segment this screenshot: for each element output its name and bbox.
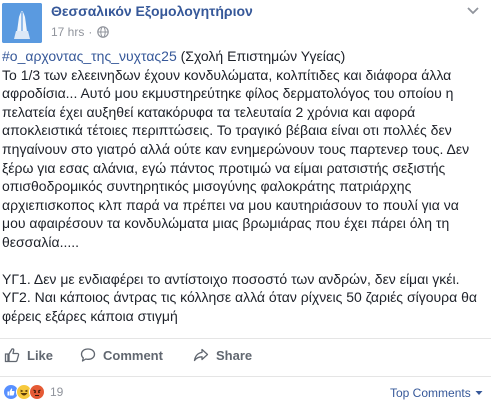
divider	[0, 376, 491, 377]
like-label: Like	[27, 347, 54, 363]
comment-sort-dropdown[interactable]: Top Comments	[390, 386, 483, 400]
comment-label: Comment	[103, 347, 163, 363]
praying-hands-icon	[2, 3, 42, 43]
divider	[0, 338, 491, 339]
comment-button[interactable]: Comment	[80, 347, 163, 363]
reactions-summary[interactable]: 19	[3, 384, 63, 400]
page-avatar[interactable]	[2, 3, 42, 43]
post-ps1: ΥΓ1. Δεν με ενδιαφέρει το αντίστοιχο ποσ…	[2, 270, 460, 287]
post-body: #ο_αρχοντας_της_νυχτας25 (Σχολή Επιστημώ…	[2, 47, 486, 325]
thumbs-up-icon	[4, 348, 20, 363]
share-label: Share	[216, 347, 253, 363]
page-name-link[interactable]: Θεσσαλικόν Εξομολογητήριον	[51, 3, 253, 19]
reaction-count: 19	[50, 385, 64, 399]
angry-icon	[29, 384, 45, 400]
post-header: Θεσσαλικόν Εξομολογητήριον 17 hrs ·	[0, 0, 491, 46]
facebook-post: Θεσσαλικόν Εξομολογητήριον 17 hrs · #ο_α…	[0, 0, 491, 409]
chevron-down-icon[interactable]	[465, 5, 481, 17]
like-button[interactable]: Like	[4, 347, 53, 363]
post-meta: 17 hrs ·	[51, 25, 110, 39]
caret-down-icon	[475, 391, 483, 395]
post-paragraph: Το 1/3 των ελεεινηδων έχουν κονδυλώματα,…	[2, 66, 470, 250]
share-icon	[193, 348, 209, 362]
comment-sort-label: Top Comments	[390, 386, 471, 400]
post-timestamp[interactable]: 17 hrs	[51, 25, 84, 39]
action-bar: Like Comment Share	[0, 341, 491, 373]
hashtag-link[interactable]: #ο_αρχοντας_της_νυχτας25	[2, 48, 177, 64]
comment-icon	[80, 348, 96, 362]
post-ps2: ΥΓ2. Ναι κάποιος άντρας τις κόλλησε αλλά…	[2, 289, 477, 324]
post-first-line: #ο_αρχοντας_της_νυχτας25 (Σχολή Επιστημώ…	[2, 47, 486, 66]
reactions-bar: 19 Top Comments	[0, 379, 491, 409]
school-label: (Σχολή Επιστημών Υγείας)	[176, 48, 346, 64]
share-button[interactable]: Share	[193, 347, 252, 363]
meta-separator: ·	[88, 25, 93, 39]
globe-icon	[97, 26, 110, 38]
